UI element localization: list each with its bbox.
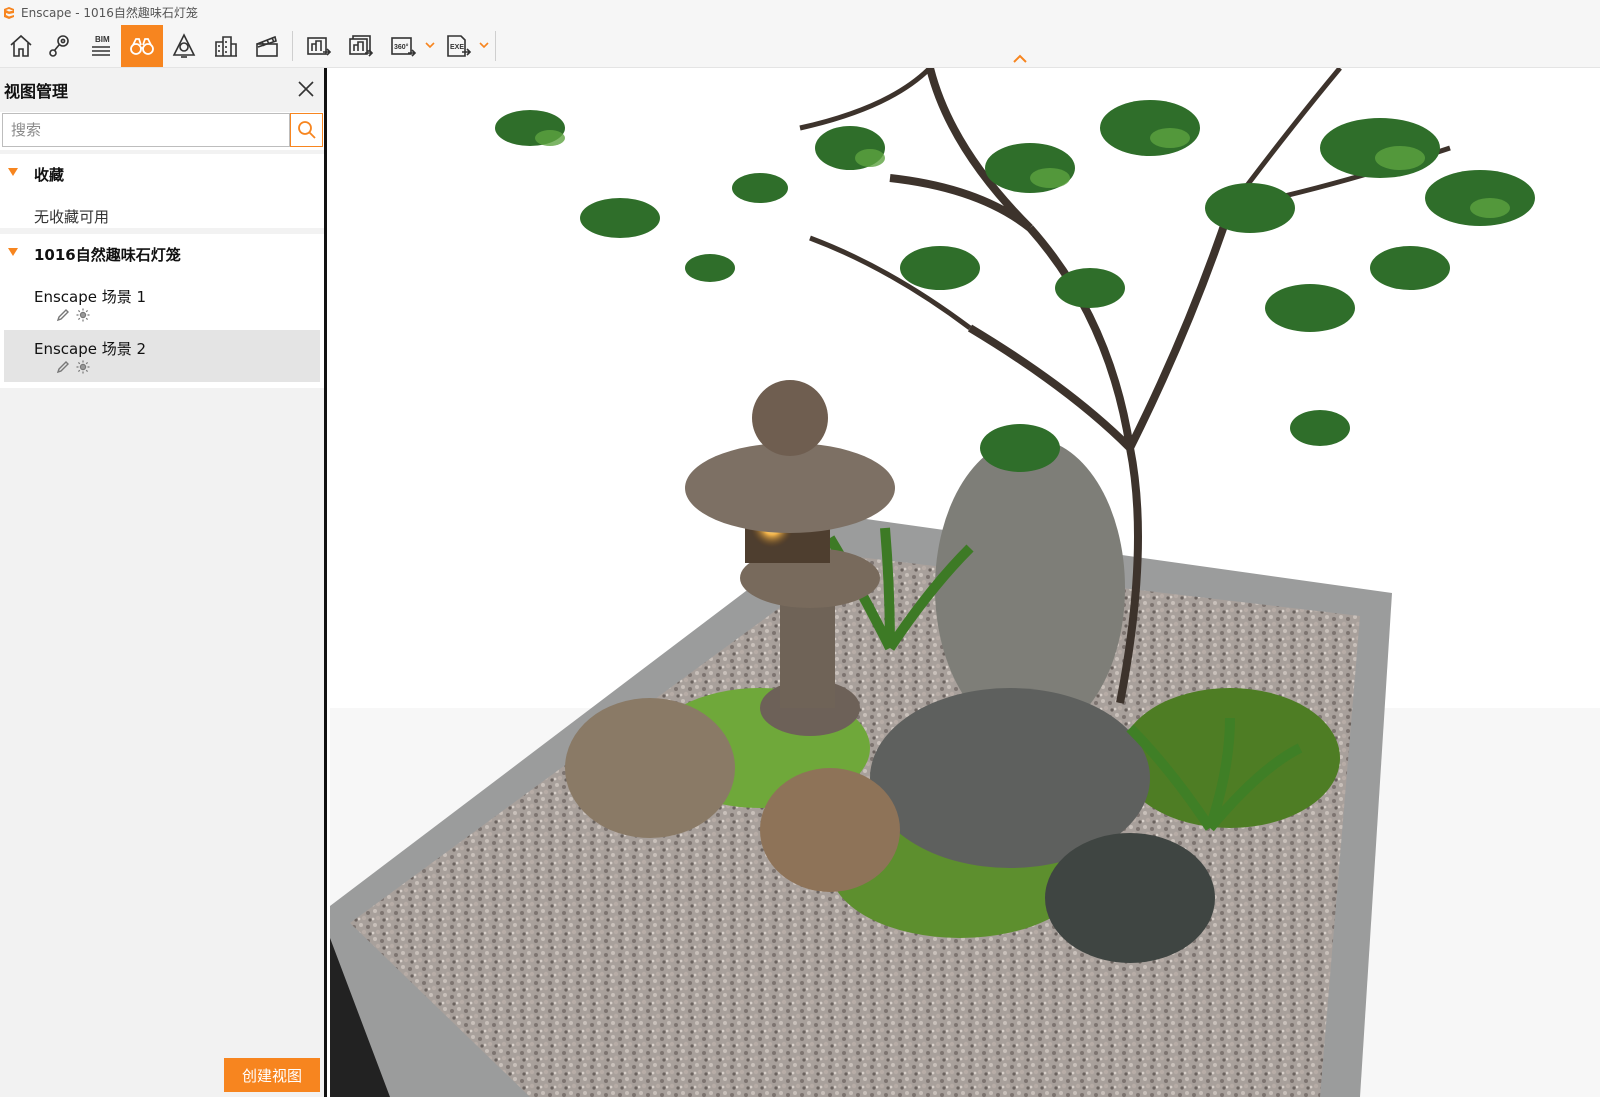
view-item-name: Enscape 场景 2 <box>34 340 147 358</box>
toolbar-separator <box>292 31 293 61</box>
caret-down-icon <box>8 168 18 176</box>
chevron-down-icon <box>425 42 435 49</box>
view-item-icons <box>56 308 90 322</box>
export-dropdown[interactable] <box>479 37 489 53</box>
title-bar: Enscape - 1016自然趣味石灯笼 <box>0 0 1600 25</box>
sun-icon[interactable] <box>76 360 90 374</box>
search-input[interactable] <box>2 113 290 147</box>
render-viewport[interactable] <box>330 68 1600 1097</box>
close-icon[interactable] <box>296 79 316 99</box>
video-editor-button[interactable] <box>246 25 288 67</box>
toolbar-separator <box>495 31 496 61</box>
view-item[interactable]: Enscape 场景 1 <box>4 278 320 330</box>
sun-bell-icon <box>172 33 196 58</box>
favorites-empty-text: 无收藏可用 <box>34 208 110 226</box>
pencil-icon[interactable] <box>56 360 70 374</box>
exe-export-button[interactable]: EXE <box>437 25 479 67</box>
view-item-icons <box>56 360 90 374</box>
panorama-360-icon: 360° <box>391 37 417 57</box>
exe-export-icon: EXE <box>447 35 472 57</box>
enscape-logo-icon <box>4 6 14 19</box>
window-title: Enscape - 1016自然趣味石灯笼 <box>21 6 198 20</box>
search-button[interactable] <box>290 113 323 147</box>
favorites-title: 收藏 <box>34 166 65 184</box>
panel-title: 视图管理 <box>4 82 69 101</box>
batch-render-button[interactable] <box>340 25 382 67</box>
favorites-group: 收藏 无收藏可用 <box>0 154 324 228</box>
atmosphere-button[interactable] <box>163 25 205 67</box>
batch-render-icon <box>349 35 374 57</box>
search-icon <box>297 121 316 139</box>
location-button[interactable] <box>38 25 80 67</box>
home-button[interactable] <box>0 25 42 67</box>
collapse-toolbar-icon[interactable] <box>1010 52 1030 66</box>
svg-text:EXE: EXE <box>450 44 464 51</box>
location-pin-icon <box>49 35 69 57</box>
buildings-icon <box>215 36 237 57</box>
bim-button[interactable]: BIM <box>80 25 122 67</box>
render-image-icon <box>307 37 332 56</box>
chevron-down-icon <box>479 42 489 49</box>
view-management-panel: 视图管理 收藏 无收藏可用 1016自然趣味石灯笼 Enscape 场景 1 E… <box>0 68 327 1097</box>
main-toolbar: BIM 360° EXE <box>0 25 1600 68</box>
svg-text:360°: 360° <box>394 43 409 51</box>
panorama-button[interactable]: 360° <box>382 25 424 67</box>
pencil-icon[interactable] <box>56 308 70 322</box>
sun-icon[interactable] <box>76 308 90 322</box>
bim-list-icon: BIM <box>92 35 110 56</box>
views-button[interactable] <box>121 25 163 67</box>
view-item[interactable]: Enscape 场景 2 <box>4 330 320 382</box>
favorites-header[interactable]: 收藏 <box>0 154 324 192</box>
binoculars-icon <box>130 38 154 55</box>
view-item-name: Enscape 场景 1 <box>34 288 147 306</box>
panorama-dropdown[interactable] <box>425 37 435 53</box>
buildings-button[interactable] <box>205 25 247 67</box>
project-header[interactable]: 1016自然趣味石灯笼 <box>0 234 324 272</box>
search-bar <box>0 112 324 150</box>
svg-text:BIM: BIM <box>95 35 110 44</box>
clapperboard-icon <box>256 35 278 57</box>
render-image-button[interactable] <box>298 25 340 67</box>
garden-render-image <box>330 68 1600 1097</box>
home-icon <box>10 34 32 57</box>
project-views-group: 1016自然趣味石灯笼 Enscape 场景 1 Enscape 场景 2 <box>0 234 324 388</box>
project-title: 1016自然趣味石灯笼 <box>34 246 181 264</box>
caret-down-icon <box>8 248 18 256</box>
create-view-button[interactable]: 创建视图 <box>224 1058 320 1092</box>
